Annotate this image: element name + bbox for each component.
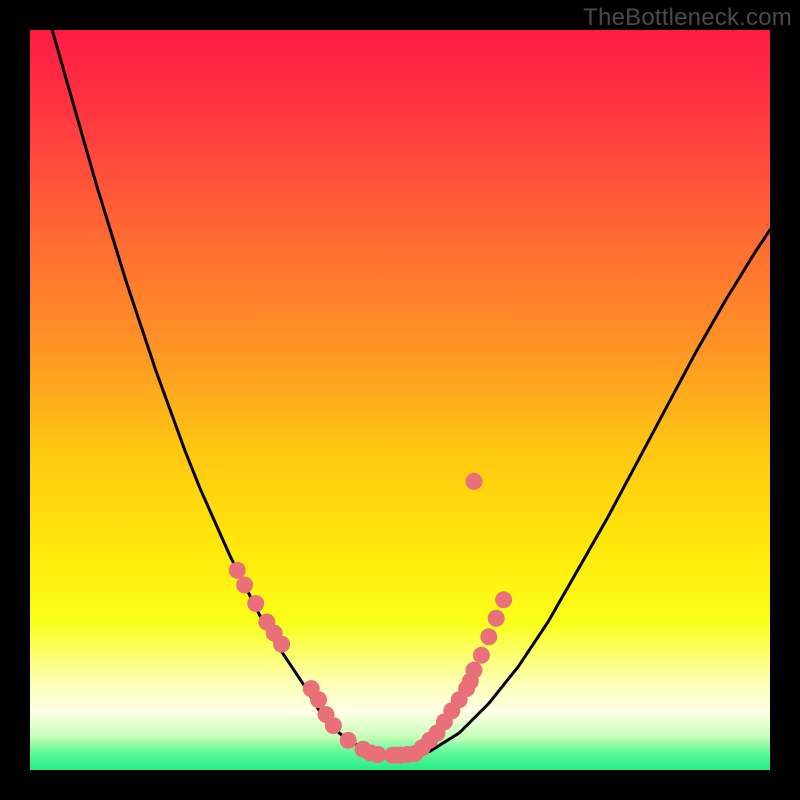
gradient-background [30, 30, 770, 770]
data-point [480, 628, 497, 645]
data-point [273, 636, 290, 653]
data-point [340, 732, 357, 749]
data-point [310, 691, 327, 708]
chart-svg [30, 30, 770, 770]
data-point [466, 662, 483, 679]
data-point [247, 595, 264, 612]
data-point [229, 562, 246, 579]
data-point [369, 746, 386, 763]
watermark-text: TheBottleneck.com [583, 4, 792, 32]
data-point [488, 610, 505, 627]
data-point [495, 591, 512, 608]
data-point [236, 577, 253, 594]
data-point [473, 647, 490, 664]
data-point [466, 473, 483, 490]
data-point [325, 717, 342, 734]
outer-frame: TheBottleneck.com [0, 0, 800, 800]
plot-area [30, 30, 770, 770]
